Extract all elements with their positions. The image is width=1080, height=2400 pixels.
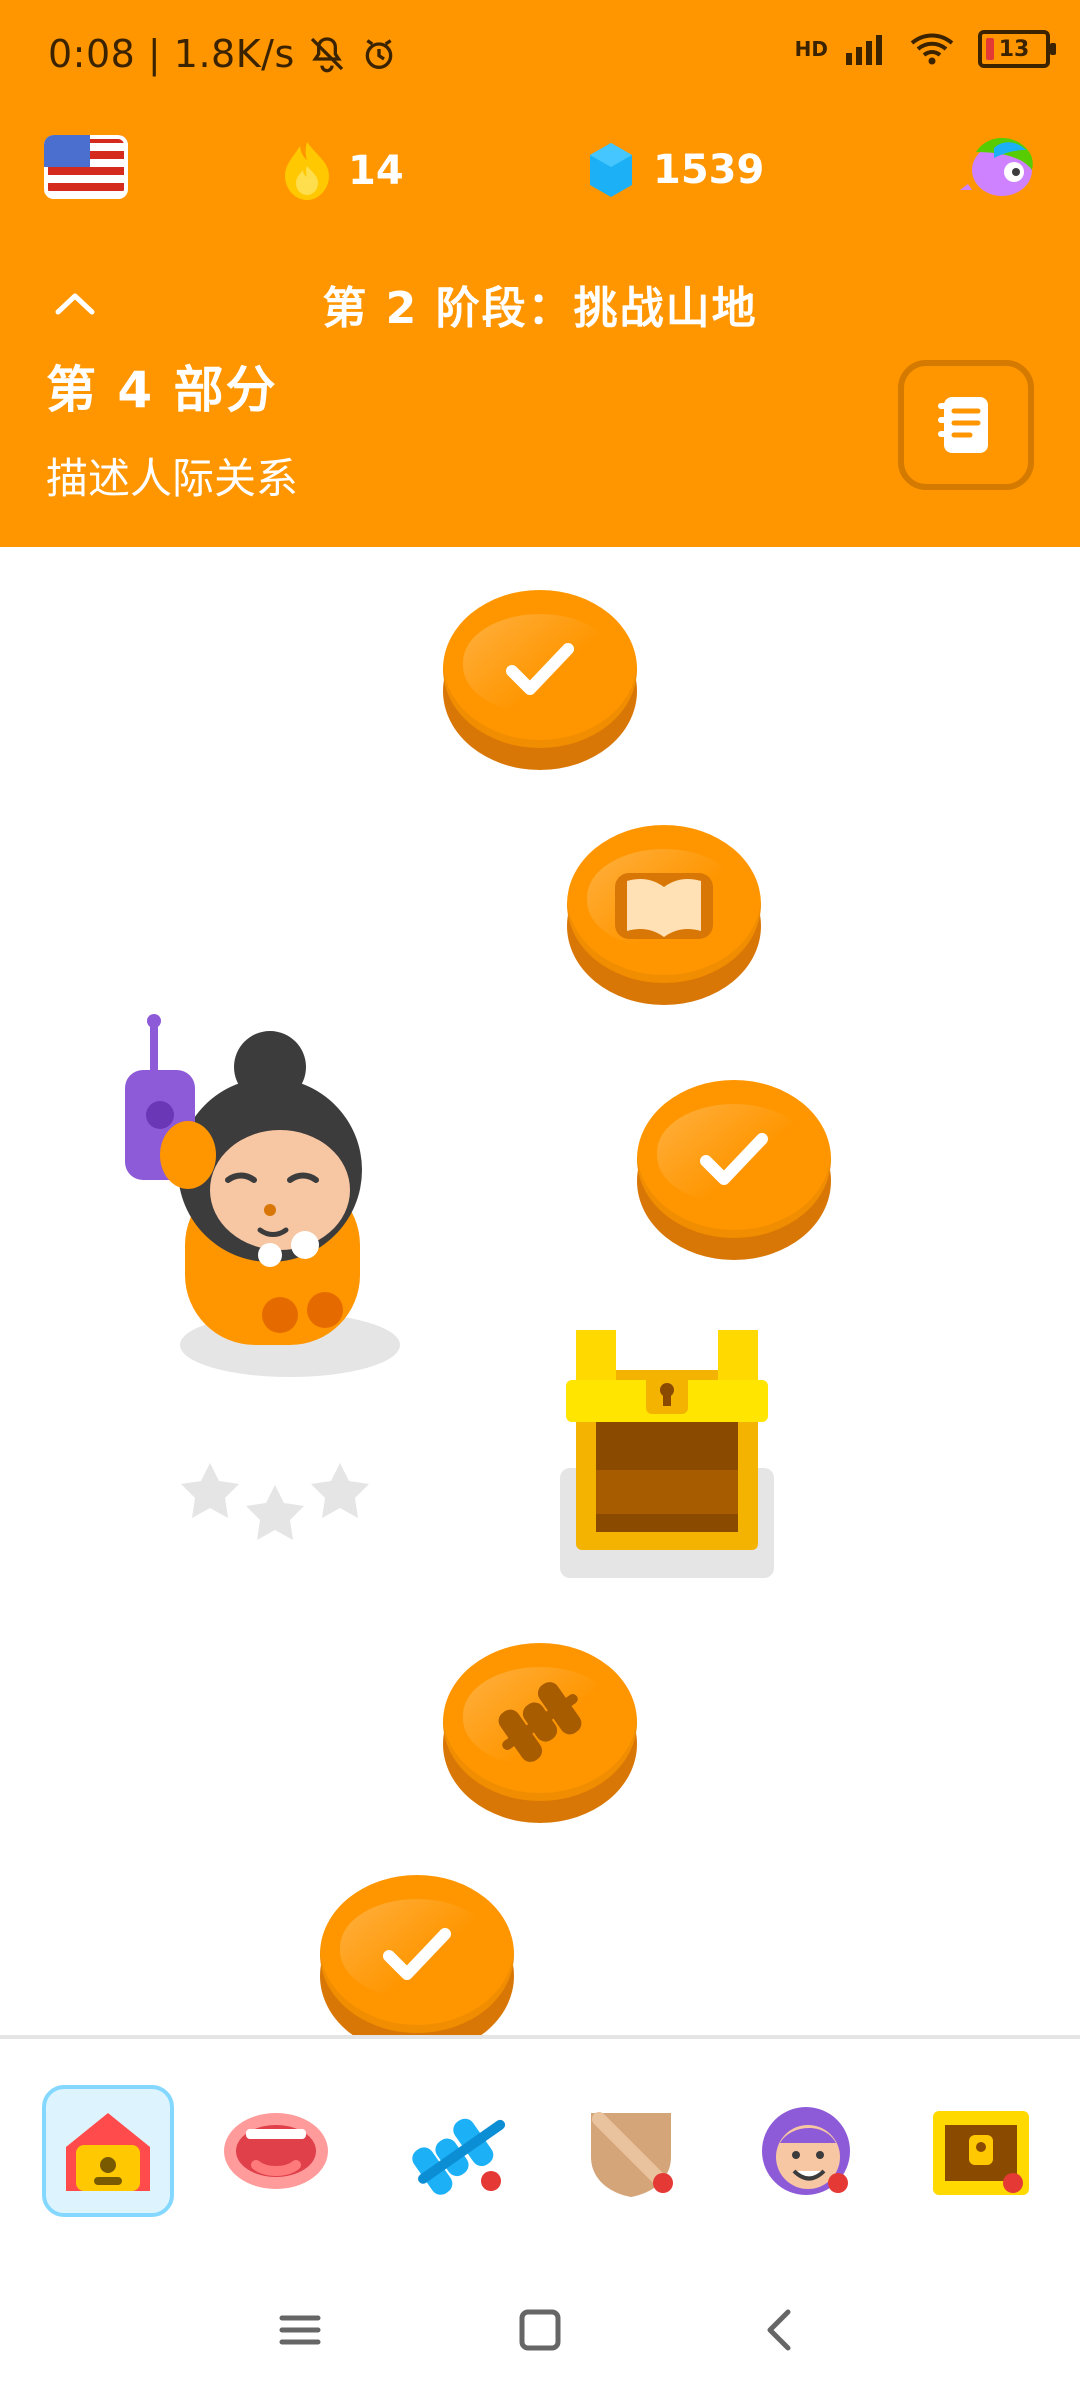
top-bar xyxy=(0,120,1080,240)
treasure-chest-icon[interactable] xyxy=(560,1330,774,1580)
bell-muted-icon xyxy=(310,37,343,73)
fire-icon xyxy=(285,142,329,200)
nav-practice[interactable] xyxy=(395,2085,527,2217)
battery-level-fill xyxy=(986,38,994,60)
checkmark-icon xyxy=(383,1928,451,1980)
status-left: 0:08 | 1.8K/s xyxy=(48,32,399,76)
notebook-icon xyxy=(938,397,988,453)
lesson-node-completed[interactable] xyxy=(320,1875,514,2055)
streak-counter[interactable]: 14 xyxy=(282,140,404,202)
nav-leagues[interactable] xyxy=(565,2085,697,2217)
nav-profile[interactable] xyxy=(740,2085,872,2217)
notification-dot xyxy=(481,2171,501,2191)
us-flag-icon[interactable] xyxy=(44,135,128,199)
character-illustration xyxy=(120,1005,420,1385)
checkmark-icon xyxy=(506,643,574,695)
nav-shop[interactable] xyxy=(915,2085,1047,2217)
guidebook-button[interactable] xyxy=(898,360,1034,490)
alarm-icon xyxy=(365,39,393,69)
stage-title: 第 2 阶段：挑战山地 xyxy=(322,283,758,334)
notification-dot xyxy=(828,2173,848,2193)
home-icon xyxy=(66,2113,150,2191)
gems-counter[interactable]: 1539 xyxy=(585,140,764,200)
wifi-icon xyxy=(910,33,954,65)
treasure-chest-icon xyxy=(933,2111,1029,2195)
book-icon xyxy=(615,873,713,939)
dumbbell-icon xyxy=(412,2118,506,2195)
status-right: HD 13 xyxy=(794,30,1056,68)
battery-indicator: 13 xyxy=(978,30,1056,68)
stars-rating xyxy=(180,1455,380,1545)
nav-speak[interactable] xyxy=(210,2085,342,2217)
battery-level-text: 13 xyxy=(998,36,1030,62)
flag-canton xyxy=(44,135,90,167)
story-node[interactable] xyxy=(567,825,761,1005)
notification-dot xyxy=(653,2173,673,2193)
notification-dot xyxy=(1003,2173,1023,2193)
gem-icon xyxy=(590,143,632,197)
section-title: 第 4 部分 xyxy=(46,361,278,419)
signal-icon xyxy=(846,35,882,65)
dumbbell-icon xyxy=(498,1682,582,1762)
menu-icon[interactable] xyxy=(270,2300,330,2360)
mouth-icon xyxy=(224,2113,328,2189)
streak-count: 14 xyxy=(348,148,404,194)
shield-icon xyxy=(591,2112,671,2197)
home-square-icon[interactable] xyxy=(510,2300,570,2360)
time-and-speed: 0:08 | 1.8K/s xyxy=(48,32,295,76)
nav-home[interactable] xyxy=(42,2085,174,2217)
status-bar: 0:08 | 1.8K/s HD 13 xyxy=(0,0,1080,120)
mascot-icon[interactable] xyxy=(956,132,1040,202)
lesson-node-completed[interactable] xyxy=(443,590,637,770)
hd-label: HD xyxy=(794,37,828,61)
section-subtitle: 描述人际关系 xyxy=(46,454,299,503)
avatar-icon xyxy=(762,2107,850,2195)
lesson-node-completed[interactable] xyxy=(637,1080,831,1260)
back-icon[interactable] xyxy=(750,2300,810,2360)
gems-count: 1539 xyxy=(653,147,765,193)
checkmark-icon xyxy=(700,1133,768,1185)
practice-node[interactable] xyxy=(443,1643,637,1823)
